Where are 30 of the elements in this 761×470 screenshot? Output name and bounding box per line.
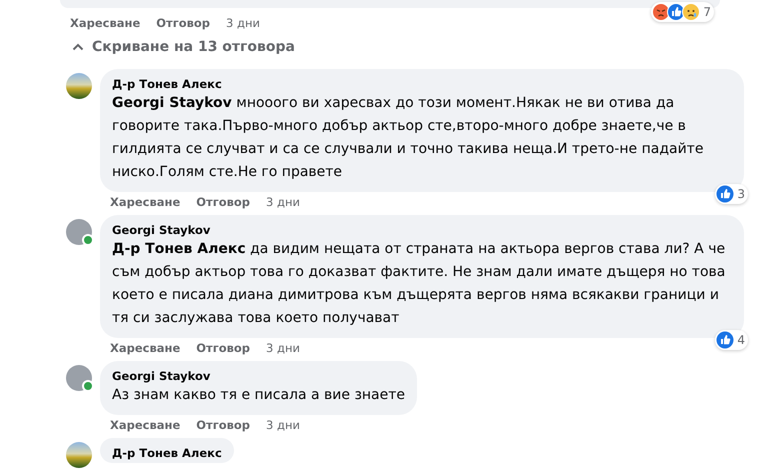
comment-action-link[interactable]: Харесване bbox=[70, 16, 140, 30]
comment-action-link[interactable]: Харесване bbox=[110, 418, 180, 432]
comment-author[interactable]: Georgi Staykov bbox=[112, 368, 406, 384]
avatar-placeholder[interactable] bbox=[66, 365, 92, 391]
caret-icon bbox=[72, 43, 84, 51]
comment-action-link[interactable]: Отговор bbox=[196, 418, 250, 432]
comment-text: Аз знам какво тя е писала а вие знаете bbox=[112, 386, 406, 405]
comment-time: 3 дни bbox=[266, 341, 300, 355]
sad-reaction-icon bbox=[682, 3, 700, 21]
like-reaction-icon bbox=[716, 331, 734, 349]
comment-text: Д-р Тонев Алекс да видим нещата от страната на актьора вергов става ли? А че съм добър актьор това го доказват фактите. Не знам дали имате дъщеря но това което е писала диана димитрова към дъщерята вергов няма всякакви граници и тя си заслужава това което получават bbox=[112, 240, 726, 328]
comment-action-link[interactable]: Отговор bbox=[196, 341, 250, 355]
comment-author[interactable]: Georgi Staykov bbox=[112, 222, 732, 238]
comment-text: Georgi Staykov мнооого ви харесвах до този момент.Някак не ви отива да говорите така.Първо-много добър актьор сте,второ-много добре знаете,че в гилдията се случват и са се случвали и точно такива неща.И трето-не падайте ниско.Голям сте.Не го правете bbox=[112, 94, 704, 182]
comment-time: 3 дни bbox=[226, 16, 260, 30]
like-reaction-icon bbox=[716, 185, 734, 203]
landscape-avatar[interactable] bbox=[66, 442, 92, 468]
landscape-avatar[interactable] bbox=[66, 73, 92, 99]
comment-action-link[interactable]: Харесване bbox=[110, 195, 180, 209]
comment-author[interactable]: Д-р Тонев Алекс bbox=[112, 445, 222, 461]
comment-action-link[interactable]: Отговор bbox=[196, 195, 250, 209]
comment-author[interactable]: Д-р Тонев Алекс bbox=[112, 76, 732, 92]
comment-time: 3 дни bbox=[266, 195, 300, 209]
reaction-badge[interactable]: 7 bbox=[651, 2, 714, 22]
reaction-badge[interactable]: 4 bbox=[715, 330, 748, 350]
hide-replies-link[interactable]: Скриване на 13 отговора bbox=[72, 39, 295, 55]
comment-action-link[interactable]: Отговор bbox=[156, 16, 210, 30]
comment-time: 3 дни bbox=[266, 418, 300, 432]
reaction-badge[interactable]: 3 bbox=[715, 184, 748, 204]
comment-action-link[interactable]: Харесване bbox=[110, 341, 180, 355]
